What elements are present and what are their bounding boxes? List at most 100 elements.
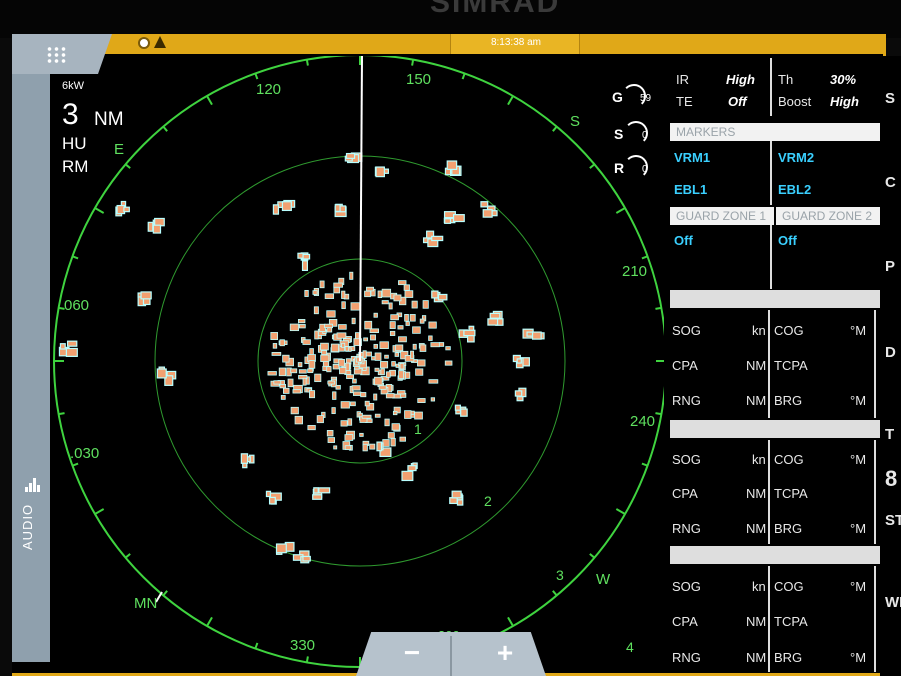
- radar-echo: [282, 354, 290, 363]
- audio-button-label[interactable]: AUDIO: [20, 504, 35, 550]
- radar-echo: [363, 337, 369, 342]
- radar-echo: [326, 430, 334, 437]
- target1-tcpa-label: TCPA: [774, 358, 808, 373]
- settings-icon[interactable]: [138, 37, 150, 49]
- radar-echo: [412, 343, 417, 350]
- radar-echo: [297, 362, 303, 368]
- radar-echo: [327, 380, 335, 385]
- radar-echo: [273, 380, 282, 385]
- radar-echo: [397, 390, 406, 395]
- warning-icon[interactable]: [154, 36, 166, 48]
- audio-bars-icon[interactable]: [25, 478, 41, 492]
- radar-scope[interactable]: 120 150 S 210 240 W 330 MN .030 060 E 30…: [50, 56, 664, 672]
- ir-value[interactable]: High: [726, 72, 755, 87]
- radar-echo: [302, 339, 311, 345]
- radar-echo: [280, 395, 286, 400]
- guard-zone-2-header: GUARD ZONE 2: [776, 207, 880, 225]
- bearing-tick: [254, 642, 259, 649]
- vrm2-button[interactable]: VRM2: [778, 150, 814, 165]
- radar-echo: [287, 378, 294, 388]
- bearing-030: .030: [70, 445, 99, 462]
- guard-zone-1-value[interactable]: Off: [674, 233, 693, 248]
- radar-echo: [373, 343, 378, 349]
- far-right-item: S: [885, 90, 896, 107]
- left-sidebar[interactable]: [12, 74, 50, 662]
- radar-contact: [489, 312, 501, 319]
- radar-echo: [344, 445, 352, 451]
- heading-line: [359, 56, 363, 362]
- radar-contact: [240, 453, 249, 464]
- orientation-mode[interactable]: HU: [62, 134, 87, 154]
- radar-contact: [449, 497, 458, 505]
- ring-label-2: 2: [484, 493, 492, 509]
- rain-label[interactable]: R: [614, 160, 624, 176]
- zoom-out-button[interactable]: −: [372, 636, 452, 672]
- radar-echo: [390, 314, 399, 321]
- target3-rng-unit: NM: [746, 650, 767, 665]
- target2-tcpa-label: TCPA: [774, 486, 808, 501]
- radar-contact: [452, 214, 465, 223]
- radar-echo: [430, 342, 440, 348]
- bearing-330: 330: [290, 637, 315, 654]
- ir-label: IR: [676, 72, 689, 87]
- radar-echo: [378, 385, 387, 390]
- radar-contact: [376, 441, 383, 452]
- target1-rng-label: RNG: [672, 393, 701, 408]
- radar-echo: [417, 398, 426, 403]
- bearing-tick: [206, 95, 213, 106]
- radar-contact: [375, 166, 385, 178]
- bearing-120: 120: [256, 81, 281, 98]
- radar-echo: [380, 361, 389, 369]
- radar-echo: [381, 288, 392, 298]
- radar-echo: [398, 336, 407, 343]
- radar-echo: [344, 434, 354, 441]
- far-right-item: 8: [885, 466, 898, 491]
- te-value[interactable]: Off: [728, 94, 747, 109]
- bearing-240: 240: [630, 413, 655, 430]
- radar-contact: [123, 206, 130, 213]
- th-value[interactable]: 30%: [830, 72, 856, 87]
- bearing-tick: [589, 553, 596, 559]
- target2-cpa-unit: NM: [746, 486, 767, 501]
- radar-echo: [314, 330, 319, 340]
- radar-echo: [361, 414, 372, 419]
- ebl2-button[interactable]: EBL2: [778, 182, 811, 197]
- radar-contact: [281, 201, 292, 212]
- boost-value[interactable]: High: [830, 94, 859, 109]
- radar-echo: [326, 366, 332, 373]
- radar-contact: [437, 293, 448, 301]
- radar-echo: [308, 360, 316, 369]
- radar-echo: [319, 280, 325, 289]
- guard-zone-2-value[interactable]: Off: [778, 233, 797, 248]
- radar-echo: [307, 425, 316, 431]
- radar-echo: [333, 286, 341, 294]
- vrm1-button[interactable]: VRM1: [674, 150, 710, 165]
- radar-echo: [267, 371, 277, 376]
- radar-echo: [333, 282, 343, 288]
- radar-echo: [298, 369, 307, 374]
- target2-rng-unit: NM: [746, 521, 767, 536]
- bearing-tick: [615, 508, 626, 515]
- radar-echo: [294, 415, 303, 425]
- zoom-in-button[interactable]: +: [465, 636, 545, 672]
- sea-label[interactable]: S: [614, 126, 623, 142]
- bearing-mn: MN: [134, 595, 157, 612]
- bearing-tick: [305, 656, 309, 663]
- radar-echo: [394, 352, 400, 357]
- radar-echo: [335, 384, 341, 390]
- radar-echo: [320, 354, 330, 362]
- radar-echo: [359, 432, 364, 437]
- bearing-tick: [162, 125, 168, 132]
- radar-echo: [307, 368, 314, 374]
- far-right-item: D: [885, 344, 896, 361]
- motion-mode[interactable]: RM: [62, 157, 88, 177]
- radar-echo: [316, 415, 324, 424]
- range-value[interactable]: 3: [62, 98, 79, 132]
- ebl1-button[interactable]: EBL1: [674, 182, 707, 197]
- radar-echo: [381, 300, 389, 305]
- clock-text: 8:13:38 am: [490, 37, 542, 48]
- radar-contact: [147, 221, 154, 232]
- radar-echo: [331, 407, 336, 415]
- bearing-s: S: [570, 113, 580, 130]
- radar-contact: [345, 152, 356, 159]
